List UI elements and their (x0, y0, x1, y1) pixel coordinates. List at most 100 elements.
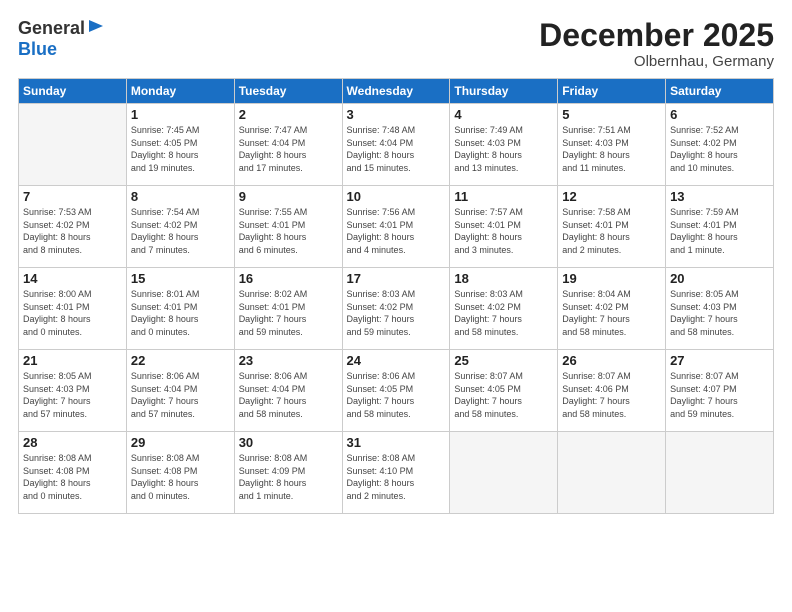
title-block: December 2025 Olbernhau, Germany (539, 18, 774, 70)
month-title: December 2025 (539, 18, 774, 53)
calendar-cell: 21 Sunrise: 8:05 AM Sunset: 4:03 PM Dayli… (19, 350, 127, 432)
day-number: 5 (562, 107, 661, 122)
calendar-day-header: Wednesday (342, 79, 450, 104)
calendar-cell: 7Sunrise: 7:53 AM Sunset: 4:02 PM Daylig… (19, 186, 127, 268)
day-number: 16 (239, 271, 338, 286)
day-number: 4 (454, 107, 553, 122)
day-number: 6 (670, 107, 769, 122)
day-number: 7 (23, 189, 122, 204)
day-info: Sunrise: 8:08 AM Sunset: 4:08 PM Dayligh… (23, 452, 122, 502)
day-info: Sunrise: 7:54 AM Sunset: 4:02 PM Dayligh… (131, 206, 230, 256)
day-number: 15 (131, 271, 230, 286)
calendar-cell: 12 Sunrise: 7:58 AM Sunset: 4:01 PM Dayli… (558, 186, 666, 268)
day-number: 31 (347, 435, 446, 450)
day-number: 3 (347, 107, 446, 122)
day-info: Sunrise: 7:48 AM Sunset: 4:04 PM Dayligh… (347, 124, 446, 174)
logo: General Blue (18, 18, 105, 60)
day-info: Sunrise: 8:03 AM Sunset: 4:02 PM Dayligh… (454, 288, 553, 338)
day-number: 30 (239, 435, 338, 450)
calendar-cell: 1Sunrise: 7:45 AM Sunset: 4:05 PM Daylig… (126, 104, 234, 186)
day-info: Sunrise: 8:07 AM Sunset: 4:06 PM Dayligh… (562, 370, 661, 420)
day-info: Sunrise: 8:06 AM Sunset: 4:04 PM Dayligh… (239, 370, 338, 420)
calendar-week-row: 21 Sunrise: 8:05 AM Sunset: 4:03 PM Dayli… (19, 350, 774, 432)
calendar-cell (558, 432, 666, 514)
day-info: Sunrise: 8:07 AM Sunset: 4:07 PM Dayligh… (670, 370, 769, 420)
calendar-cell: 5 Sunrise: 7:51 AM Sunset: 4:03 PM Daylig… (558, 104, 666, 186)
day-number: 24 (347, 353, 446, 368)
day-info: Sunrise: 8:06 AM Sunset: 4:04 PM Dayligh… (131, 370, 230, 420)
day-number: 25 (454, 353, 553, 368)
day-number: 18 (454, 271, 553, 286)
day-number: 26 (562, 353, 661, 368)
day-number: 8 (131, 189, 230, 204)
calendar-cell: 30 Sunrise: 8:08 AM Sunset: 4:09 PM Dayli… (234, 432, 342, 514)
day-info: Sunrise: 7:56 AM Sunset: 4:01 PM Dayligh… (347, 206, 446, 256)
day-number: 23 (239, 353, 338, 368)
day-info: Sunrise: 8:04 AM Sunset: 4:02 PM Dayligh… (562, 288, 661, 338)
day-info: Sunrise: 8:01 AM Sunset: 4:01 PM Dayligh… (131, 288, 230, 338)
calendar-cell: 10 Sunrise: 7:56 AM Sunset: 4:01 PM Dayli… (342, 186, 450, 268)
calendar-cell: 27 Sunrise: 8:07 AM Sunset: 4:07 PM Dayli… (666, 350, 774, 432)
calendar-day-header: Tuesday (234, 79, 342, 104)
logo-general: General (18, 19, 85, 39)
calendar-cell: 3 Sunrise: 7:48 AM Sunset: 4:04 PM Daylig… (342, 104, 450, 186)
calendar-cell: 23 Sunrise: 8:06 AM Sunset: 4:04 PM Dayli… (234, 350, 342, 432)
calendar-cell: 22Sunrise: 8:06 AM Sunset: 4:04 PM Dayli… (126, 350, 234, 432)
logo-flag-icon (87, 18, 105, 40)
logo-blue: Blue (18, 39, 57, 59)
day-number: 19 (562, 271, 661, 286)
day-info: Sunrise: 7:58 AM Sunset: 4:01 PM Dayligh… (562, 206, 661, 256)
calendar-week-row: 1Sunrise: 7:45 AM Sunset: 4:05 PM Daylig… (19, 104, 774, 186)
calendar-cell: 26 Sunrise: 8:07 AM Sunset: 4:06 PM Dayli… (558, 350, 666, 432)
day-number: 27 (670, 353, 769, 368)
calendar-cell: 2Sunrise: 7:47 AM Sunset: 4:04 PM Daylig… (234, 104, 342, 186)
calendar-cell: 25 Sunrise: 8:07 AM Sunset: 4:05 PM Dayli… (450, 350, 558, 432)
day-number: 10 (347, 189, 446, 204)
calendar-cell: 31 Sunrise: 8:08 AM Sunset: 4:10 PM Dayli… (342, 432, 450, 514)
calendar-cell: 15 Sunrise: 8:01 AM Sunset: 4:01 PM Dayli… (126, 268, 234, 350)
calendar-cell: 8 Sunrise: 7:54 AM Sunset: 4:02 PM Daylig… (126, 186, 234, 268)
calendar-cell (450, 432, 558, 514)
calendar-day-header: Friday (558, 79, 666, 104)
day-number: 9 (239, 189, 338, 204)
calendar-cell: 29 Sunrise: 8:08 AM Sunset: 4:08 PM Dayli… (126, 432, 234, 514)
day-info: Sunrise: 8:07 AM Sunset: 4:05 PM Dayligh… (454, 370, 553, 420)
calendar-header-row: SundayMondayTuesdayWednesdayThursdayFrid… (19, 79, 774, 104)
day-number: 28 (23, 435, 122, 450)
location: Olbernhau, Germany (539, 53, 774, 70)
day-number: 13 (670, 189, 769, 204)
calendar-cell (19, 104, 127, 186)
day-info: Sunrise: 8:05 AM Sunset: 4:03 PM Dayligh… (670, 288, 769, 338)
calendar-cell: 14Sunrise: 8:00 AM Sunset: 4:01 PM Dayli… (19, 268, 127, 350)
day-number: 12 (562, 189, 661, 204)
calendar-week-row: 28 Sunrise: 8:08 AM Sunset: 4:08 PM Dayli… (19, 432, 774, 514)
day-info: Sunrise: 7:59 AM Sunset: 4:01 PM Dayligh… (670, 206, 769, 256)
calendar-cell: 19 Sunrise: 8:04 AM Sunset: 4:02 PM Dayli… (558, 268, 666, 350)
day-info: Sunrise: 7:45 AM Sunset: 4:05 PM Dayligh… (131, 124, 230, 174)
day-info: Sunrise: 7:52 AM Sunset: 4:02 PM Dayligh… (670, 124, 769, 174)
day-info: Sunrise: 8:03 AM Sunset: 4:02 PM Dayligh… (347, 288, 446, 338)
page: General Blue December 2025 Olbernhau, Ge… (0, 0, 792, 612)
day-info: Sunrise: 7:55 AM Sunset: 4:01 PM Dayligh… (239, 206, 338, 256)
day-info: Sunrise: 7:57 AM Sunset: 4:01 PM Dayligh… (454, 206, 553, 256)
day-number: 17 (347, 271, 446, 286)
calendar-day-header: Thursday (450, 79, 558, 104)
day-info: Sunrise: 8:06 AM Sunset: 4:05 PM Dayligh… (347, 370, 446, 420)
calendar-cell: 20Sunrise: 8:05 AM Sunset: 4:03 PM Dayli… (666, 268, 774, 350)
calendar-day-header: Saturday (666, 79, 774, 104)
calendar-cell: 11 Sunrise: 7:57 AM Sunset: 4:01 PM Dayli… (450, 186, 558, 268)
calendar-cell: 13 Sunrise: 7:59 AM Sunset: 4:01 PM Dayli… (666, 186, 774, 268)
day-number: 29 (131, 435, 230, 450)
day-number: 11 (454, 189, 553, 204)
calendar-cell: 9 Sunrise: 7:55 AM Sunset: 4:01 PM Daylig… (234, 186, 342, 268)
day-info: Sunrise: 8:08 AM Sunset: 4:09 PM Dayligh… (239, 452, 338, 502)
day-number: 21 (23, 353, 122, 368)
header: General Blue December 2025 Olbernhau, Ge… (18, 18, 774, 70)
day-info: Sunrise: 8:05 AM Sunset: 4:03 PM Dayligh… (23, 370, 122, 420)
day-info: Sunrise: 8:08 AM Sunset: 4:10 PM Dayligh… (347, 452, 446, 502)
day-info: Sunrise: 8:08 AM Sunset: 4:08 PM Dayligh… (131, 452, 230, 502)
day-info: Sunrise: 8:00 AM Sunset: 4:01 PM Dayligh… (23, 288, 122, 338)
day-info: Sunrise: 7:49 AM Sunset: 4:03 PM Dayligh… (454, 124, 553, 174)
day-info: Sunrise: 7:51 AM Sunset: 4:03 PM Dayligh… (562, 124, 661, 174)
day-number: 2 (239, 107, 338, 122)
